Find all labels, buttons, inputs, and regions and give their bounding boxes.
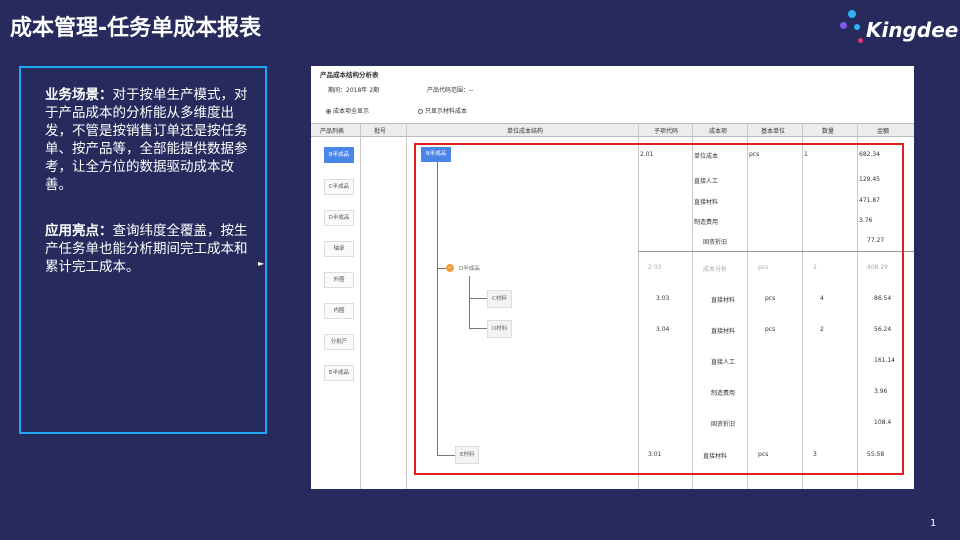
- cell-item: 固资折旧: [711, 421, 736, 428]
- triangle-bullet-icon: ►: [258, 259, 265, 268]
- highlight-paragraph: 应用亮点：查询纬度全覆盖，按生产任务单也能分析期间完工成本和累计完工成本。: [45, 222, 249, 276]
- cell-amount: 77.27: [867, 237, 885, 244]
- logo-text: Kingdee: [866, 18, 959, 42]
- description-box: 业务场景：对于按单生产模式，对于产品成本的分析能从多维度出发，不管是按销售订单还…: [19, 66, 267, 434]
- product-item[interactable]: D半成品: [324, 210, 354, 226]
- cell-unit: pcs: [758, 264, 769, 271]
- cell-item: 成本分析: [703, 266, 728, 273]
- cell-code: 3.03: [656, 295, 670, 302]
- radio-checked-icon: [326, 109, 331, 114]
- logo-dot-icon: [854, 24, 860, 30]
- cell-amount: 3.76: [859, 217, 873, 224]
- range-label: 产品代码范围：: [427, 87, 470, 94]
- cell-amount: 86.54: [874, 295, 892, 302]
- tree-node-leaf[interactable]: D材料: [487, 320, 513, 338]
- range-filter: 产品代码范围：--: [427, 85, 473, 94]
- cell-code: 2.01: [640, 151, 654, 158]
- grid-line: [406, 123, 407, 489]
- cell-unit: pcs: [765, 295, 776, 302]
- logo-dot-icon: [840, 22, 847, 29]
- period-label: 期间：: [328, 87, 347, 94]
- product-item[interactable]: E半成品: [324, 365, 354, 381]
- range-value: --: [469, 87, 474, 94]
- cell-item: 固资折旧: [703, 239, 728, 246]
- period-value: 2018年 2期: [346, 87, 380, 94]
- report-title: 产品成本结构分析表: [320, 71, 379, 79]
- cell-amount: 3.96: [874, 388, 888, 395]
- page-number: 1: [930, 518, 937, 529]
- cell-qty: 4: [820, 295, 824, 302]
- tree-connector: [469, 298, 487, 299]
- highlight-label: 应用亮点：: [45, 223, 113, 239]
- kingdee-logo: Kingdee: [834, 8, 958, 48]
- radio-material-label: 只显示材料成本: [425, 108, 468, 115]
- product-item[interactable]: 内圈: [324, 303, 354, 319]
- cell-unit: pcs: [749, 151, 760, 158]
- tree-connector: [437, 455, 455, 456]
- scenario-label: 业务场景：: [45, 87, 113, 103]
- logo-dot-icon: [858, 38, 863, 43]
- cell-amount: 682.34: [859, 151, 880, 158]
- cell-code: 3.04: [656, 326, 670, 333]
- cell-amount: 471.87: [859, 197, 880, 204]
- product-item[interactable]: C半成品: [324, 179, 354, 195]
- col-header: 数量: [822, 128, 835, 135]
- radio-unchecked-icon: [418, 109, 423, 114]
- cell-item: 直接人工: [711, 359, 736, 366]
- cell-amount: 129.45: [859, 176, 880, 183]
- cell-item: 制造费用: [711, 390, 736, 397]
- col-header: 产品列表: [320, 128, 345, 135]
- cell-item: 直接材料: [711, 297, 736, 304]
- cell-item: 制造费用: [694, 219, 719, 226]
- cell-item: 直接材料: [711, 328, 736, 335]
- cell-qty: 1: [804, 151, 808, 158]
- cell-item: 单位成本: [694, 153, 719, 160]
- product-item[interactable]: B半成品: [324, 147, 354, 163]
- col-header: 子项代码: [654, 128, 679, 135]
- cell-qty: 2: [820, 326, 824, 333]
- product-item[interactable]: 分批产: [324, 334, 354, 350]
- product-item[interactable]: 外圈: [324, 272, 354, 288]
- cell-qty: 3: [813, 451, 817, 458]
- tree-node-root[interactable]: B半成品: [421, 147, 452, 162]
- grid-line: [360, 123, 361, 489]
- cell-qty: 2: [813, 264, 817, 271]
- tree-node-leaf[interactable]: E材料: [455, 446, 480, 464]
- tree-connector: [437, 161, 438, 456]
- col-header: 成本项: [709, 128, 728, 135]
- slide-title: 成本管理-任务单成本报表: [10, 16, 262, 41]
- highlight-frame: [414, 143, 904, 475]
- cell-amount: 108.4: [874, 419, 892, 426]
- tree-connector: [469, 276, 470, 328]
- scenario-paragraph: 业务场景：对于按单生产模式，对于产品成本的分析能从多维度出发，不管是按销售订单还…: [45, 86, 249, 194]
- product-item[interactable]: 轴承: [324, 241, 354, 257]
- radio-all-costs[interactable]: 成本项全显示: [326, 106, 369, 115]
- cell-amount: 408.29: [867, 264, 888, 271]
- cell-unit: pcs: [758, 451, 769, 458]
- cell-code: 2.03: [648, 264, 662, 271]
- cell-amount: 55.58: [867, 451, 885, 458]
- report-screenshot: 产品成本结构分析表 期间：2018年 2期 产品代码范围：-- 成本项全显示 只…: [311, 66, 914, 489]
- radio-material-only[interactable]: 只显示材料成本: [418, 106, 467, 115]
- col-header: 基本单位: [761, 128, 786, 135]
- tree-connector: [469, 328, 487, 329]
- cell-unit: pcs: [765, 326, 776, 333]
- cell-amount: 161.14: [874, 357, 895, 364]
- cell-code: 3.01: [648, 451, 662, 458]
- tree-node-leaf[interactable]: C材料: [487, 290, 512, 308]
- cell-amount: 56.24: [874, 326, 892, 333]
- col-header: 金额: [877, 128, 890, 135]
- cell-item: 直接材料: [694, 199, 719, 206]
- logo-dot-icon: [848, 10, 856, 18]
- col-header: 单位成本结构: [507, 128, 544, 135]
- radio-all-label: 成本项全显示: [333, 108, 370, 115]
- collapse-icon[interactable]: −: [446, 264, 454, 272]
- period-filter: 期间：2018年 2期: [328, 85, 379, 94]
- cell-item: 直接材料: [703, 453, 728, 460]
- col-header: 批号: [374, 128, 387, 135]
- cell-item: 直接人工: [694, 178, 719, 185]
